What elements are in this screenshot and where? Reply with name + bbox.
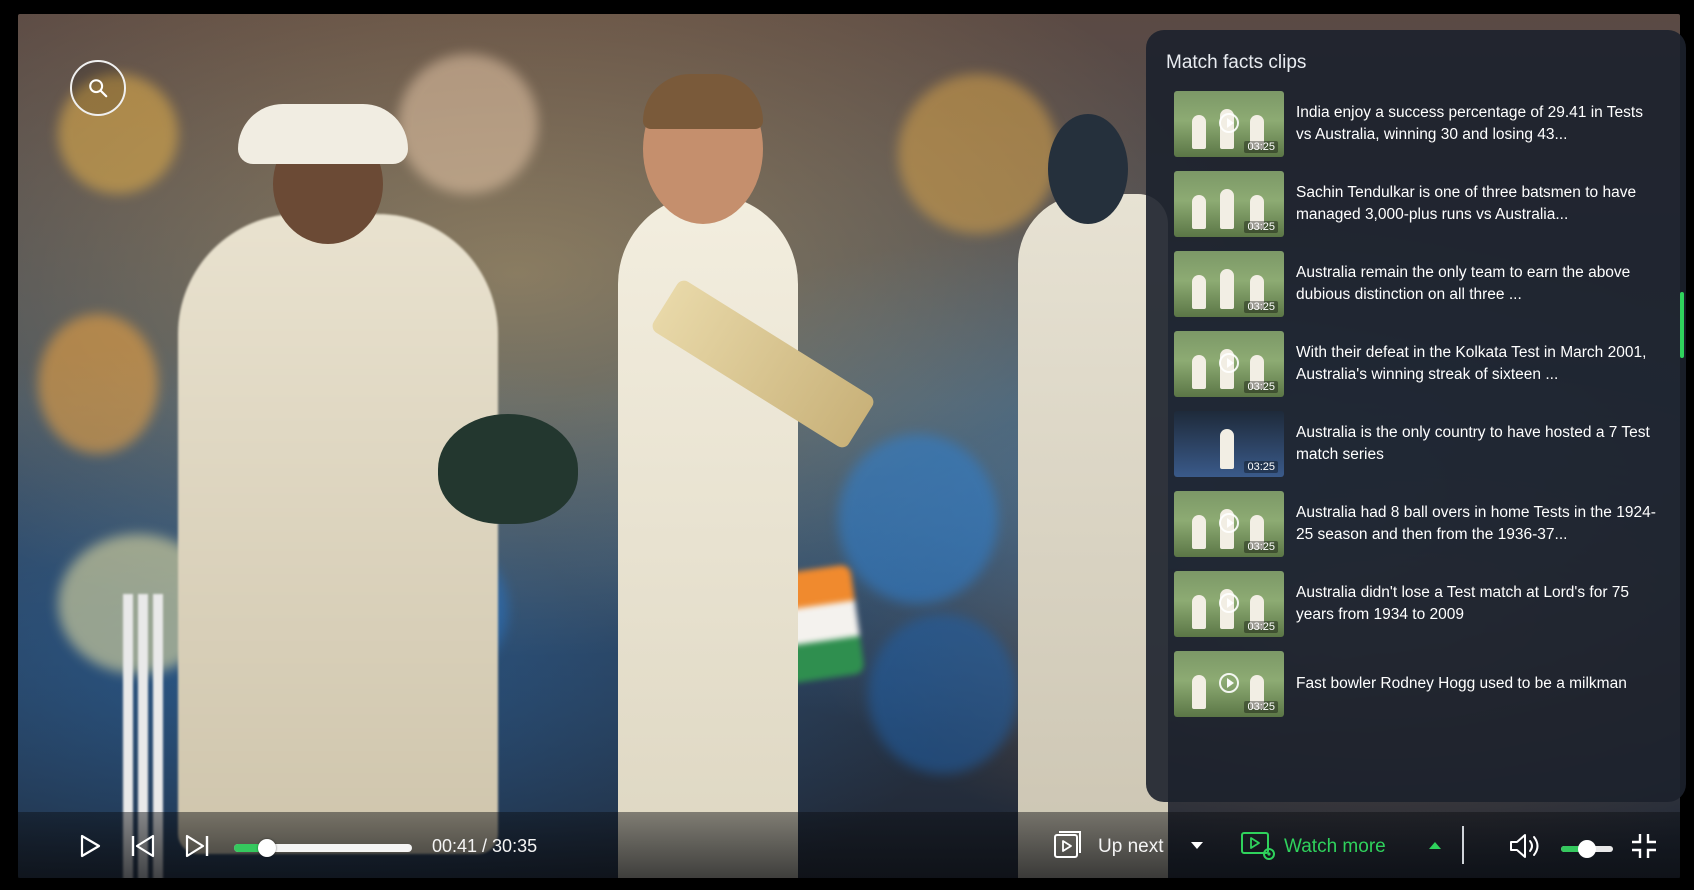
clip-title: Fast bowler Rodney Hogg used to be a mil… — [1296, 675, 1627, 692]
watch-more-label[interactable]: Watch more — [1284, 836, 1386, 858]
video-player: Match facts clips 03:25 India enjoy a su… — [0, 0, 1694, 890]
clip-title: With their defeat in the Kolkata Test in… — [1296, 344, 1647, 383]
previous-button[interactable] — [130, 834, 156, 858]
clip-thumbnail: 03:25 — [1174, 91, 1284, 157]
volume-icon[interactable] — [1508, 831, 1548, 861]
player-left — [178, 214, 498, 854]
clip-item[interactable]: 03:25 Fast bowler Rodney Hogg used to be… — [1174, 648, 1666, 720]
clip-duration: 03:25 — [1244, 701, 1278, 713]
clip-item[interactable]: 03:25 With their defeat in the Kolkata T… — [1174, 328, 1666, 400]
clip-thumbnail: 03:25 — [1174, 251, 1284, 317]
seek-bar[interactable] — [234, 839, 412, 857]
clip-title: Sachin Tendulkar is one of three batsmen… — [1296, 184, 1637, 223]
clip-title: India enjoy a success percentage of 29.4… — [1296, 104, 1643, 143]
clip-thumbnail: 03:25 — [1174, 331, 1284, 397]
clip-item[interactable]: 03:25 Australia remain the only team to … — [1174, 248, 1666, 320]
play-icon — [1219, 353, 1239, 373]
clip-title: Australia had 8 ball overs in home Tests… — [1296, 504, 1656, 543]
play-icon — [1219, 113, 1239, 133]
clip-thumbnail: 03:25 — [1174, 571, 1284, 637]
volume-handle[interactable] — [1578, 840, 1596, 858]
clip-item[interactable]: 03:25 India enjoy a success percentage o… — [1174, 88, 1666, 160]
clip-thumbnail: 03:25 — [1174, 491, 1284, 557]
clip-item[interactable]: 03:25 Australia didn't lose a Test match… — [1174, 568, 1666, 640]
clip-thumbnail: 03:25 — [1174, 171, 1284, 237]
clip-duration: 03:25 — [1244, 621, 1278, 633]
clip-thumbnail: 03:25 — [1174, 411, 1284, 477]
clip-item[interactable]: 03:25 Sachin Tendulkar is one of three b… — [1174, 168, 1666, 240]
clip-title: Australia didn't lose a Test match at Lo… — [1296, 584, 1630, 623]
clip-duration: 03:25 — [1244, 381, 1278, 393]
chevron-up-icon[interactable] — [1428, 840, 1442, 850]
control-bar: 00:41 / 30:35 Up next Watch more — [18, 812, 1680, 878]
clip-duration: 03:25 — [1244, 541, 1278, 553]
clip-title: Australia is the only country to have ho… — [1296, 424, 1650, 463]
search-button[interactable] — [70, 60, 126, 116]
play-icon — [1219, 673, 1239, 693]
panel-scrollbar[interactable] — [1680, 292, 1684, 358]
search-icon — [89, 79, 108, 98]
clip-thumbnail: 03:25 — [1174, 651, 1284, 717]
seek-handle[interactable] — [258, 839, 276, 857]
clip-title: Australia remain the only team to earn t… — [1296, 264, 1631, 303]
match-facts-panel: Match facts clips 03:25 India enjoy a su… — [1146, 30, 1686, 802]
next-button[interactable] — [184, 834, 210, 858]
clip-item[interactable]: 03:25 Australia had 8 ball overs in home… — [1174, 488, 1666, 560]
exit-fullscreen-icon[interactable] — [1630, 832, 1658, 860]
clip-duration: 03:25 — [1244, 461, 1278, 473]
watch-more-icon[interactable] — [1240, 830, 1276, 860]
play-icon — [1219, 593, 1239, 613]
up-next-label[interactable]: Up next — [1098, 836, 1163, 858]
clip-duration: 03:25 — [1244, 141, 1278, 153]
panel-title: Match facts clips — [1166, 52, 1307, 73]
clip-duration: 03:25 — [1244, 301, 1278, 313]
volume-slider[interactable] — [1561, 840, 1613, 858]
play-button[interactable] — [78, 834, 102, 858]
play-icon — [1219, 513, 1239, 533]
helmet — [438, 414, 578, 524]
time-display: 00:41 / 30:35 — [432, 836, 538, 856]
clip-item[interactable]: 03:25 Australia is the only country to h… — [1174, 408, 1666, 480]
divider — [1462, 826, 1464, 864]
up-next-icon[interactable] — [1052, 830, 1084, 860]
clip-duration: 03:25 — [1244, 221, 1278, 233]
chevron-down-icon[interactable] — [1190, 840, 1204, 850]
